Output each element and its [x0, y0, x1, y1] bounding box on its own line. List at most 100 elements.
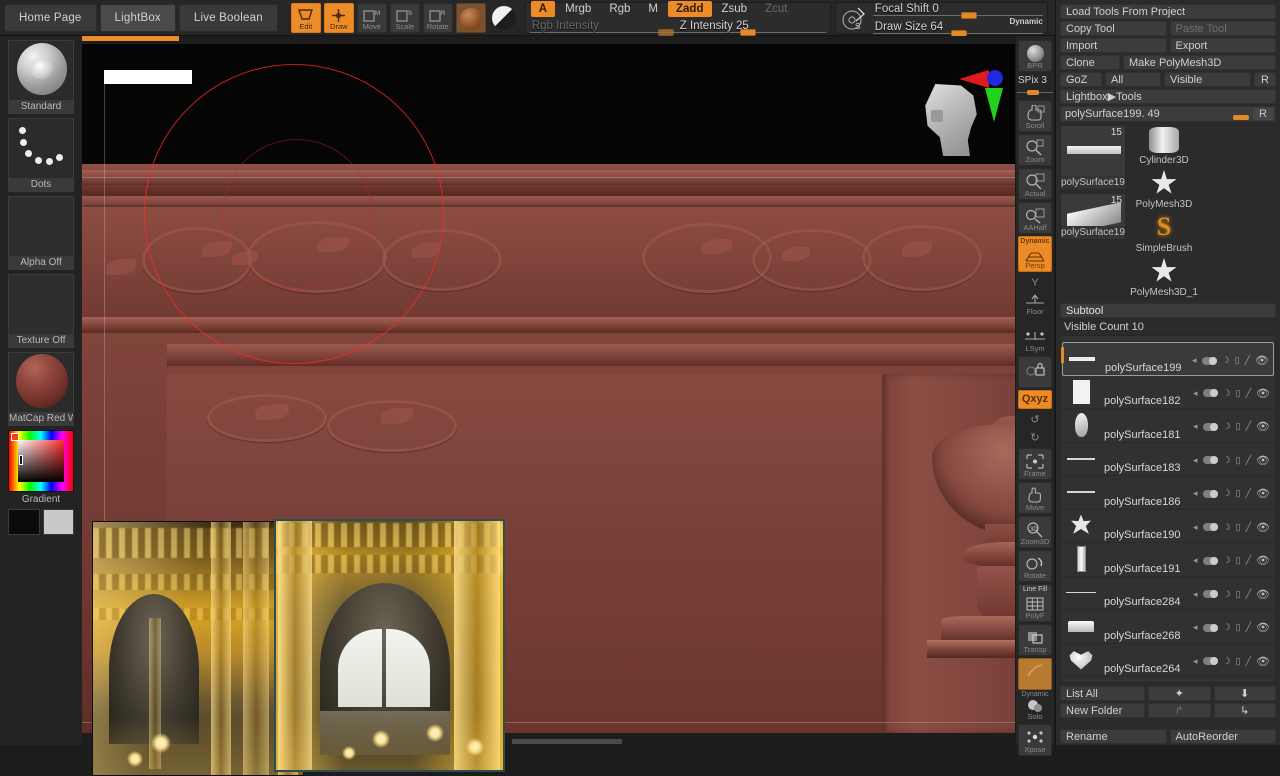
menu-home-page[interactable]: Home Page [4, 3, 97, 32]
goz-button[interactable]: GoZ [1060, 72, 1102, 87]
reference-photo-right[interactable] [274, 519, 505, 772]
zadd-option[interactable]: Zadd [668, 1, 712, 17]
color-picker[interactable] [8, 430, 74, 492]
visible-button[interactable]: Visible [1164, 72, 1251, 87]
subtool-section-header[interactable]: Subtool [1060, 303, 1276, 318]
floor-button[interactable]: Floor [1018, 293, 1052, 317]
draw-button[interactable]: Draw [323, 2, 354, 33]
tool-tile-polymesh3d[interactable]: PolyMesh3D [1129, 169, 1199, 211]
material-swatch-button[interactable] [455, 2, 486, 33]
folder-in-button[interactable]: ↳ [1213, 703, 1276, 718]
subtool-item-polysurface181[interactable]: ◂ ☽ ▯ ╱ 👁 polySurface181 [1062, 409, 1274, 443]
z-intensity-slider[interactable]: Z Intensity 25 [677, 18, 826, 36]
aahalf-button[interactable]: AAHalf [1018, 202, 1052, 234]
stroke-selector[interactable]: Dots [8, 118, 74, 192]
rename-button[interactable]: Rename [1060, 729, 1167, 744]
subtool-item-polysurface190[interactable]: ◂ ☽ ▯ ╱ 👁 polySurface190 [1062, 510, 1274, 543]
m-option[interactable]: M [640, 1, 666, 17]
subtool-item-polysurface191[interactable]: ◂ ☽ ▯ ╱ 👁 polySurface191 [1062, 543, 1274, 577]
load-tools-from-project-button[interactable]: Load Tools From Project [1060, 4, 1276, 19]
rgb-option[interactable]: Rgb [601, 1, 638, 17]
subtool-item-polysurface182[interactable]: ◂ ☽ ▯ ╱ 👁 polySurface182 [1062, 376, 1274, 409]
subtool-item-polysurface186[interactable]: ◂ ☽ ▯ ╱ 👁 polySurface186 [1062, 476, 1274, 510]
subtool-item-polysurface183[interactable]: ◂ ☽ ▯ ╱ 👁 polySurface183 [1062, 443, 1274, 476]
edit-button[interactable]: Edit [290, 2, 321, 33]
transp-button[interactable]: Transp [1018, 624, 1052, 656]
rotate-view-button[interactable]: Rotate [1018, 550, 1052, 582]
rgb-intensity-knob[interactable] [657, 29, 674, 36]
scroll-button[interactable]: Scroll [1018, 100, 1052, 132]
persp-button[interactable]: Dynamic Persp [1018, 236, 1052, 272]
zoom3d-button[interactable]: 3D Zoom3D [1018, 516, 1052, 548]
make-polymesh3d-button[interactable]: Make PolyMesh3D [1123, 55, 1276, 70]
color-picker-field[interactable] [18, 440, 64, 482]
subtool-item-polysurface264[interactable]: ◂ ☽ ▯ ╱ 👁 polySurface264 [1062, 644, 1274, 677]
new-folder-button[interactable]: New Folder [1060, 703, 1145, 718]
current-tool-knob[interactable] [1233, 115, 1249, 120]
bpr-button[interactable]: BPR [1018, 40, 1052, 72]
focal-shift-knob[interactable] [960, 11, 977, 19]
current-tool-slider[interactable]: polySurface199. 49 R [1060, 106, 1276, 122]
menu-live-boolean[interactable]: Live Boolean [178, 3, 278, 32]
subtool-item-polysurface199[interactable]: ◂ ☽ ▯ ╱ 👁 polySurface199 [1061, 342, 1274, 376]
rotate-cw-button[interactable]: ↻ [1018, 429, 1052, 446]
rotate-button[interactable]: R Rotate [422, 2, 453, 33]
texture-selector[interactable]: Texture Off [8, 274, 74, 348]
subtool-list[interactable]: ◂ ☽ ▯ ╱ 👁 polySurface199 ◂ ☽ ▯ ╱ 👁 polySurfa… [1060, 335, 1276, 683]
material-selector[interactable]: MatCap Red Wa [8, 352, 74, 426]
polyframe-button[interactable]: Line Fill PolyF [1018, 584, 1052, 622]
tool-tile-cylinder3d[interactable]: Cylinder3D [1129, 125, 1199, 167]
tool-tile-polysurface199-a[interactable]: 15 polySurface199 [1060, 125, 1126, 190]
focal-shift-slider[interactable]: Focal Shift 0 [872, 1, 1043, 19]
ghost-button[interactable] [1018, 658, 1052, 690]
rotate-ccw-button[interactable]: ↺ [1018, 411, 1052, 428]
scale-button[interactable]: S Scale [389, 2, 420, 33]
secondary-color-swatch[interactable] [42, 509, 74, 535]
all-button[interactable]: All [1105, 72, 1161, 87]
head-orientation-gizmo[interactable] [915, 56, 1011, 160]
alpha-toggle[interactable]: A [530, 1, 556, 17]
frame-button[interactable]: Frame [1018, 448, 1052, 480]
subtool-list-scroll-knob[interactable] [1147, 335, 1165, 336]
zsub-option[interactable]: Zsub [714, 1, 756, 17]
zoom-button[interactable]: Zoom [1018, 134, 1052, 166]
z-intensity-knob[interactable] [739, 29, 756, 36]
reference-photo-left[interactable] [92, 521, 304, 776]
current-tool-r-button[interactable]: R [1253, 108, 1273, 120]
import-button[interactable]: Import [1060, 38, 1167, 53]
canvas-horizontal-scrollbar[interactable] [512, 739, 622, 744]
tool-tile-polysurface199-b[interactable]: 15 polySurface199 [1060, 193, 1126, 240]
lsym-button[interactable]: LSym [1018, 330, 1052, 354]
autoreorder-button[interactable]: AutoReorder [1169, 729, 1276, 744]
list-all-button[interactable]: List All [1060, 686, 1145, 701]
solo-button[interactable]: Dynamic Solo [1018, 691, 1052, 722]
lightbox-tools-button[interactable]: Lightbox▶Tools [1060, 89, 1276, 104]
spix-slider[interactable]: SPix 3 [1017, 75, 1053, 95]
move-down-button[interactable]: ⬇ [1213, 686, 1276, 701]
move-view-button[interactable]: Move [1018, 482, 1052, 514]
tool-tile-polymesh3d-1[interactable]: PolyMesh3D_1 [1129, 257, 1199, 299]
subtool-item-polysurface284[interactable]: ◂ ☽ ▯ ╱ 👁 polySurface284 [1062, 577, 1274, 610]
draw-size-slider[interactable]: Draw Size 64 Dynamic [872, 17, 1043, 37]
move-button[interactable]: M Move [356, 2, 387, 33]
tool-tile-simplebrush[interactable]: S SimpleBrush [1129, 213, 1199, 255]
copy-tool-button[interactable]: Copy Tool [1060, 21, 1167, 36]
export-button[interactable]: Export [1169, 38, 1276, 53]
mrgb-option[interactable]: Mrgb [557, 1, 599, 17]
move-up-button[interactable]: ✦ [1148, 686, 1211, 701]
actual-button[interactable]: Actual [1018, 168, 1052, 200]
xyz-button[interactable]: Qxyz [1018, 390, 1052, 409]
stroke-s-icon[interactable]: S [840, 4, 868, 32]
clone-button[interactable]: Clone [1060, 55, 1120, 70]
lock-button[interactable] [1018, 356, 1052, 388]
goz-r-button[interactable]: R [1254, 72, 1276, 87]
rgb-intensity-slider[interactable]: Rgb Intensity [529, 18, 678, 36]
xpose-button[interactable]: Xpose [1018, 724, 1052, 756]
spix-knob[interactable] [1027, 90, 1039, 95]
gizmo-y-toggle[interactable]: Y [1018, 274, 1052, 291]
alpha-selector[interactable]: Alpha Off [8, 196, 74, 270]
brush-selector[interactable]: Standard [8, 40, 74, 114]
zcut-option[interactable]: Zcut [757, 1, 795, 17]
folder-out-button[interactable]: ↱ [1148, 703, 1211, 718]
main-color-swatch[interactable] [8, 509, 40, 535]
